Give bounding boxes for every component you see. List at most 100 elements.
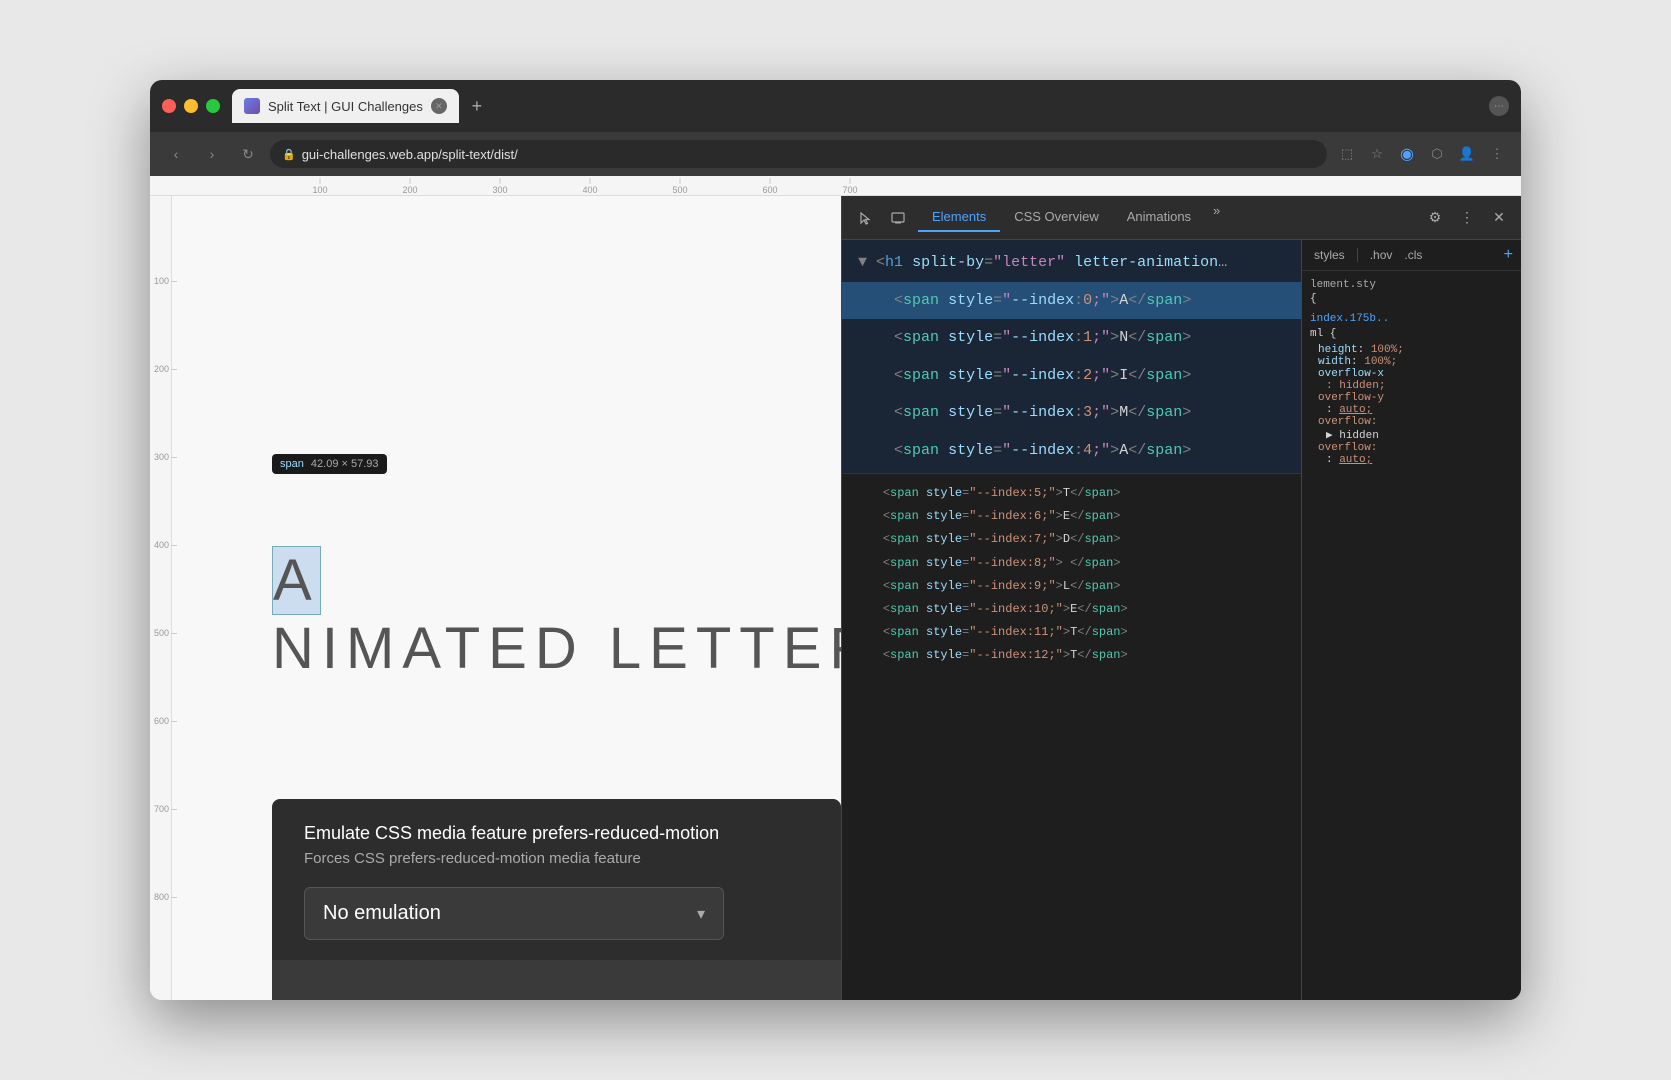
tab-close-icon[interactable]: ✕: [431, 98, 447, 114]
span-index-4-line[interactable]: <span style="--index:4;">A</span>: [842, 432, 1301, 470]
elements-panel-small: <span style="--index:5;">T</span> <span …: [842, 474, 1301, 1000]
letter-T3: T: [739, 616, 782, 681]
letter-E: E: [488, 616, 535, 681]
select-element-icon[interactable]: [850, 202, 882, 234]
lock-icon: 🔒: [282, 148, 296, 161]
title-bar: Split Text | GUI Challenges ✕ + ⋯: [150, 80, 1521, 132]
reload-button[interactable]: ↻: [234, 140, 262, 168]
devtools-close-icon[interactable]: ✕: [1485, 204, 1513, 232]
span-index-3-line[interactable]: <span style="--index:3;">M</span>: [842, 394, 1301, 432]
devtools-header: Elements CSS Overview Animations » ⚙ ⋮ ✕: [842, 196, 1521, 240]
style-overflow-x-val: : hidden;: [1310, 380, 1513, 392]
tooltip-tag: span: [280, 458, 304, 470]
url-input[interactable]: 🔒 gui-challenges.web.app/split-text/dist…: [270, 140, 1327, 168]
ruler-mark-200: 200: [402, 178, 417, 195]
ruler-mark-300: 300: [492, 178, 507, 195]
styles-label: styles: [1310, 246, 1349, 264]
emulation-select[interactable]: No emulation ▾: [304, 887, 724, 940]
style-source-element: lement.sty: [1310, 279, 1513, 291]
chrome-icon[interactable]: ◉: [1395, 142, 1419, 166]
style-selector: ml {: [1310, 328, 1513, 340]
devtools-settings-icon[interactable]: ⚙: [1421, 204, 1449, 232]
small-span-12[interactable]: <span style="--index:12;">T</span>: [842, 644, 1301, 667]
span-index-1-line[interactable]: <span style="--index:1;">N</span>: [842, 319, 1301, 357]
close-button[interactable]: [162, 99, 176, 113]
style-height: height: 100%;: [1310, 344, 1513, 356]
letter-E3: E: [783, 616, 830, 681]
title-bar-right: ⋯: [1489, 96, 1509, 116]
page-and-devtools: 100 200 300 400 500 600 700 800 span: [150, 196, 1521, 1000]
back-button[interactable]: ‹: [162, 140, 190, 168]
style-overflow-y-val: : auto;: [1310, 404, 1513, 416]
small-span-11[interactable]: <span style="--index:11;">T</span>: [842, 621, 1301, 644]
v-ruler-200: 200: [154, 364, 171, 374]
style-file-ref[interactable]: index.175b..: [1310, 313, 1513, 325]
v-ruler-800: 800: [154, 892, 171, 902]
v-ruler-600: 600: [154, 716, 171, 726]
devtools-panel: Elements CSS Overview Animations » ⚙ ⋮ ✕: [841, 196, 1521, 1000]
more-tabs-button[interactable]: »: [1205, 203, 1228, 232]
letter-T: T: [445, 616, 488, 681]
span-index-2-line[interactable]: <span style="--index:2;">I</span>: [842, 357, 1301, 395]
style-overflow-triangle: ▶ hidden: [1310, 428, 1513, 442]
device-toggle-icon[interactable]: [882, 202, 914, 234]
traffic-lights: [162, 99, 220, 113]
small-span-6[interactable]: <span style="--index:6;">E</span>: [842, 505, 1301, 528]
ruler-left: 100 200 300 400 500 600 700 800: [150, 196, 172, 1000]
emulation-select-label: No emulation: [323, 902, 441, 925]
page-content: span 42.09 × 57.93 ANIMATED LETTERS Forc…: [172, 196, 841, 1000]
tab-animations[interactable]: Animations: [1113, 203, 1205, 232]
small-span-5[interactable]: <span style="--index:5;">T</span>: [842, 482, 1301, 505]
letter-E2: E: [649, 616, 696, 681]
forward-button[interactable]: ›: [198, 140, 226, 168]
profile-icon[interactable]: 👤: [1455, 142, 1479, 166]
v-ruler-400: 400: [154, 540, 171, 550]
span-index-0-line[interactable]: <span style="--index:0;">A</span>: [842, 282, 1301, 320]
active-tab[interactable]: Split Text | GUI Challenges ✕: [232, 89, 459, 123]
hov-tab[interactable]: .hov: [1366, 246, 1397, 264]
tab-label: Split Text | GUI Challenges: [268, 99, 423, 114]
letter-A2: A: [402, 616, 444, 681]
v-ruler-500: 500: [154, 628, 171, 638]
style-overflow-prop: overflow:: [1310, 416, 1513, 428]
bookmark-icon[interactable]: ☆: [1365, 142, 1389, 166]
add-style-icon[interactable]: +: [1504, 246, 1513, 264]
small-span-9[interactable]: <span style="--index:9;">L</span>: [842, 575, 1301, 598]
tab-css-overview[interactable]: CSS Overview: [1000, 203, 1113, 232]
cls-tab[interactable]: .cls: [1400, 246, 1426, 264]
devtools-content: ▼ <h1 split-by="letter" letter-animation…: [842, 240, 1521, 1000]
ruler-top: 100 200 300 400 500 600 700: [150, 176, 1521, 196]
url-bar: ‹ › ↻ 🔒 gui-challenges.web.app/split-tex…: [150, 132, 1521, 176]
new-tab-button[interactable]: +: [463, 92, 491, 120]
ruler-mark-100: 100: [312, 178, 327, 195]
style-brace-open: {: [1310, 293, 1513, 305]
tab-elements[interactable]: Elements: [918, 203, 1000, 232]
h1-element-line[interactable]: ▼ <h1 split-by="letter" letter-animation…: [842, 244, 1301, 282]
ruler-mark-700: 700: [842, 178, 857, 195]
emulation-popup: Emulate CSS media feature prefers-reduce…: [272, 799, 841, 960]
minimize-button[interactable]: [184, 99, 198, 113]
style-overflow-y: overflow-y: [1310, 392, 1513, 404]
style-width: width: 100%;: [1310, 356, 1513, 368]
settings-icon[interactable]: ⋯: [1489, 96, 1509, 116]
url-text: gui-challenges.web.app/split-text/dist/: [302, 147, 518, 162]
small-span-8[interactable]: <span style="--index:8;"> </span>: [842, 552, 1301, 575]
v-ruler-300: 300: [154, 452, 171, 462]
style-block-1: index.175b.. ml { height: 100%; width: 1…: [1310, 313, 1513, 466]
menu-icon[interactable]: ⋮: [1485, 142, 1509, 166]
ruler-mark-500: 500: [672, 178, 687, 195]
small-span-7[interactable]: <span style="--index:7;">D</span>: [842, 528, 1301, 551]
maximize-button[interactable]: [206, 99, 220, 113]
small-span-10[interactable]: <span style="--index:10;">E</span>: [842, 598, 1301, 621]
page-area: 100 200 300 400 500 600 700 800 span: [150, 196, 841, 1000]
devtools-more-icon[interactable]: ⋮: [1453, 204, 1481, 232]
emulation-popup-subtitle: Forces CSS prefers-reduced-motion media …: [304, 850, 809, 867]
devtools-tabs: Elements CSS Overview Animations »: [918, 203, 1421, 232]
extensions-icon[interactable]: ⬡: [1425, 142, 1449, 166]
divider: [1357, 248, 1358, 262]
style-overflow-x: overflow-x: [1310, 368, 1513, 380]
devtools-header-right: ⚙ ⋮ ✕: [1421, 204, 1513, 232]
ruler-mark-600: 600: [762, 178, 777, 195]
cast-icon[interactable]: ⬚: [1335, 142, 1359, 166]
ruler-mark-400: 400: [582, 178, 597, 195]
